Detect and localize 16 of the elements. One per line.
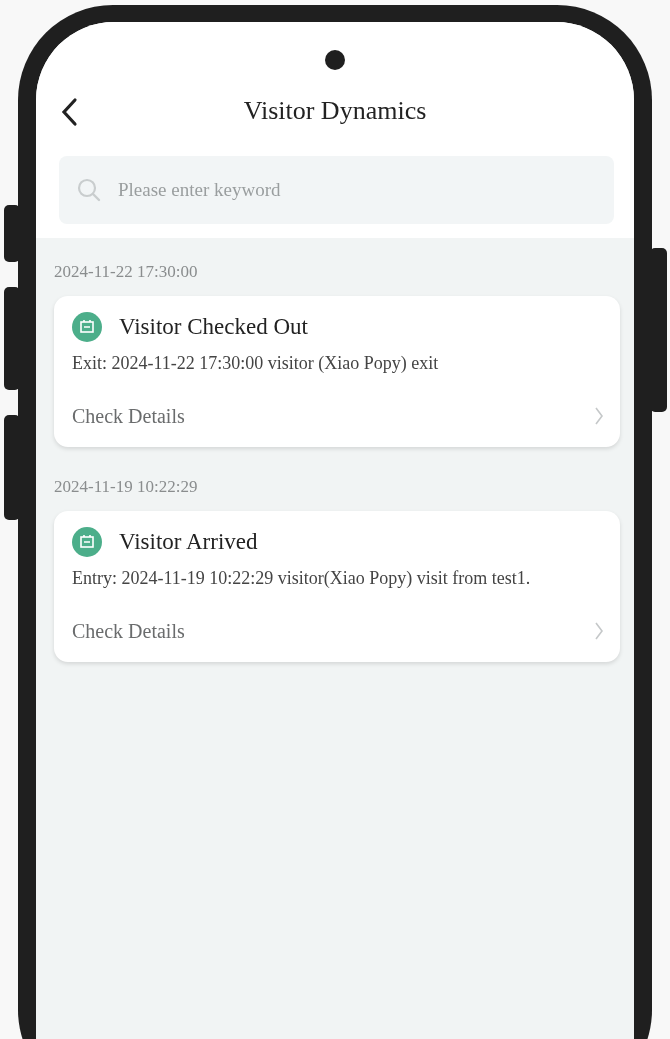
page-title: Visitor Dynamics <box>243 96 427 126</box>
event-date: 2024-11-19 10:22:29 <box>54 477 199 497</box>
camera-dot <box>325 50 345 70</box>
event-title: Visitor Checked Out <box>119 314 308 340</box>
event-date: 2024-11-22 17:30:00 <box>54 262 199 282</box>
check-details-link[interactable]: Check Details <box>72 600 604 662</box>
badge-icon <box>72 527 102 557</box>
search-field[interactable]: Please enter keyword <box>59 156 614 224</box>
event-description: Exit: 2024-11-22 17:30:00 visitor (Xiao Popy) exit <box>72 352 440 375</box>
back-icon[interactable] <box>60 97 78 127</box>
event-title: Visitor Arrived <box>119 529 258 555</box>
chevron-right-icon <box>594 406 604 426</box>
badge-icon <box>72 312 102 342</box>
check-details-link[interactable]: Check Details <box>72 385 604 447</box>
event-description: Entry: 2024-11-19 10:22:29 visitor(Xiao Popy) visit from test1. <box>72 567 532 590</box>
chevron-right-icon <box>594 621 604 641</box>
